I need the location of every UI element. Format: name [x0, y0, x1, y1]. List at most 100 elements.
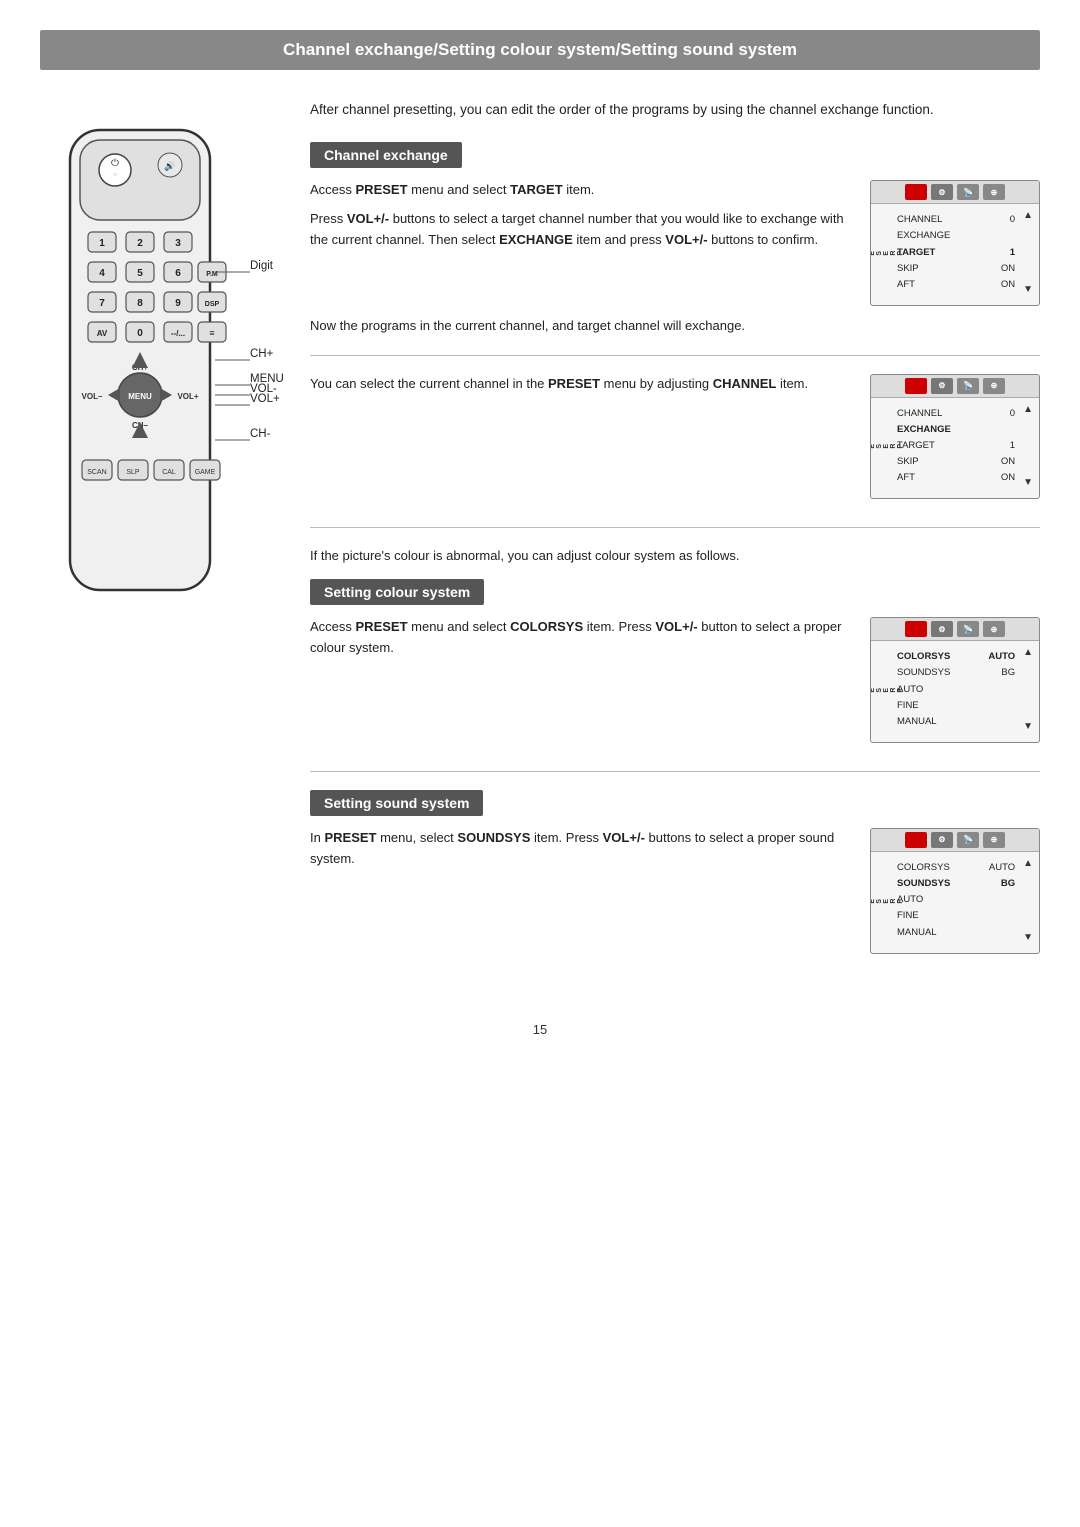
colour-intro: If the picture's colour is abnormal, you…: [310, 546, 1040, 567]
para-sound: In PRESET menu, select SOUNDSYS item. Pr…: [310, 828, 850, 870]
colour-text: Access PRESET menu and select COLORSYS i…: [310, 617, 850, 667]
svg-text:--/...: --/...: [171, 329, 185, 338]
icon-grey9: ⊕: [983, 621, 1005, 637]
svg-text:SLP: SLP: [126, 469, 140, 476]
icon-grey2: 📡: [957, 184, 979, 200]
icon-red: [905, 184, 927, 200]
svg-text:VOL+: VOL+: [177, 392, 198, 401]
diagram-body-3: PRESET COLORSYSAUTO SOUNDSYSBG: [871, 641, 1039, 742]
svg-text:⏻: ⏻: [111, 158, 119, 169]
diagram-colorsys: ⚙ 📡 ⊕ PRESET COLORSYSAUTO: [870, 617, 1040, 743]
header-title: Channel exchange/Setting colour system/S…: [283, 40, 797, 59]
remote-column: ⏻ ○ 🔊 1 2 3 4 5: [40, 100, 280, 613]
svg-text:○: ○: [113, 172, 117, 178]
svg-text:7: 7: [99, 298, 105, 309]
digit-label: Digit: [250, 260, 273, 272]
para-1: Access PRESET menu and select TARGET ite…: [310, 180, 850, 201]
icon-grey10: ⚙: [931, 832, 953, 848]
svg-text:DSP: DSP: [205, 301, 220, 308]
intro-text: After channel presetting, you can edit t…: [310, 100, 1040, 120]
icon-grey12: ⊕: [983, 832, 1005, 848]
preset-sidebar-4: PRESET: [875, 856, 891, 945]
icon-grey6: ⊕: [983, 378, 1005, 394]
diagram-top-bar-1: ⚙ 📡 ⊕: [871, 181, 1039, 204]
sound-system-row: In PRESET menu, select SOUNDSYS item. Pr…: [310, 828, 1040, 954]
icon-red-4: [905, 832, 927, 848]
ch-minus-label: CH-: [250, 428, 270, 440]
svg-text:2: 2: [137, 238, 143, 249]
colour-system-header: Setting colour system: [310, 579, 484, 605]
channel-exchange-row2: You can select the current channel in th…: [310, 374, 1040, 500]
icon-grey8: 📡: [957, 621, 979, 637]
nav-arrows-2: ▲ ▼: [1021, 402, 1035, 491]
svg-text:MENU: MENU: [128, 392, 152, 401]
icon-grey11: 📡: [957, 832, 979, 848]
menu-items-2: CHANNEL0 EXCHANGE TARGET1 SKIPON: [895, 402, 1017, 491]
menu-items-3: COLORSYSAUTO SOUNDSYSBG AUTO FINE: [895, 645, 1017, 734]
svg-text:4: 4: [99, 268, 105, 279]
menu-items-4: COLORSYSAUTO SOUNDSYSBG AUTO FINE: [895, 856, 1017, 945]
svg-text:CAL: CAL: [162, 469, 176, 476]
main-layout: ⏻ ○ 🔊 1 2 3 4 5: [40, 100, 1040, 982]
para-exchange: Now the programs in the current channel,…: [310, 316, 1040, 337]
nav-arrows-4: ▲ ▼: [1021, 856, 1035, 945]
channel-text-2: You can select the current channel in th…: [310, 374, 850, 403]
diagram-body-4: PRESET COLORSYSAUTO SOUNDSYSBG: [871, 852, 1039, 953]
icon-grey5: 📡: [957, 378, 979, 394]
nav-arrows-3: ▲ ▼: [1021, 645, 1035, 734]
icon-grey1: ⚙: [931, 184, 953, 200]
nav-arrows-1: ▲ ▼: [1021, 208, 1035, 297]
svg-text:AV: AV: [97, 329, 108, 338]
icon-red-3: [905, 621, 927, 637]
svg-text:9: 9: [175, 298, 181, 309]
remote-wrapper: ⏻ ○ 🔊 1 2 3 4 5: [40, 120, 320, 613]
diagram-exchange: ⚙ 📡 ⊕ PRESET CHANNEL0: [870, 374, 1040, 500]
preset-sidebar-2: PRESET: [875, 402, 891, 491]
diagram-body-1: PRESET CHANNEL0 EXCHANGE TARGET: [871, 204, 1039, 305]
svg-text:VOL–: VOL–: [82, 392, 103, 401]
colour-system-row: Access PRESET menu and select COLORSYS i…: [310, 617, 1040, 743]
svg-text:GAME: GAME: [195, 469, 216, 476]
channel-exchange-text: Access PRESET menu and select TARGET ite…: [310, 180, 850, 258]
svg-text:3: 3: [175, 238, 181, 249]
ch-plus-label: CH+: [250, 348, 273, 360]
divider-1: [310, 355, 1040, 356]
sound-system-section: Setting sound system In PRESET menu, sel…: [310, 790, 1040, 954]
icon-grey4: ⚙: [931, 378, 953, 394]
svg-text:🔊: 🔊: [164, 160, 175, 172]
page-number: 15: [40, 1022, 1040, 1037]
menu-items-1: CHANNEL0 EXCHANGE TARGET1 SKIPON: [895, 208, 1017, 297]
para-2: Press VOL+/- buttons to select a target …: [310, 209, 850, 251]
svg-text:1: 1: [99, 238, 105, 249]
svg-text:8: 8: [137, 298, 143, 309]
para-colour: Access PRESET menu and select COLORSYS i…: [310, 617, 850, 659]
icon-red-2: [905, 378, 927, 394]
diagram-target: ⚙ 📡 ⊕ PRESET CHANNEL0: [870, 180, 1040, 306]
preset-sidebar-3: PRESET: [875, 645, 891, 734]
svg-text:SCAN: SCAN: [87, 469, 106, 476]
diagram-body-2: PRESET CHANNEL0 EXCHANGE TARGET: [871, 398, 1039, 499]
icon-grey7: ⚙: [931, 621, 953, 637]
svg-text:0: 0: [137, 328, 143, 339]
diagram-soundsys: ⚙ 📡 ⊕ PRESET COLORSYSAUTO: [870, 828, 1040, 954]
svg-text:5: 5: [137, 268, 143, 279]
svg-text:6: 6: [175, 268, 181, 279]
channel-exchange-header: Channel exchange: [310, 142, 462, 168]
content-column: After channel presetting, you can edit t…: [310, 100, 1040, 982]
divider-3: [310, 771, 1040, 772]
page-header: Channel exchange/Setting colour system/S…: [40, 30, 1040, 70]
divider-2: [310, 527, 1040, 528]
diagram-top-bar-2: ⚙ 📡 ⊕: [871, 375, 1039, 398]
channel-exchange-row1: Access PRESET menu and select TARGET ite…: [310, 180, 1040, 306]
colour-system-section: If the picture's colour is abnormal, you…: [310, 546, 1040, 743]
remote-svg: ⏻ ○ 🔊 1 2 3 4 5: [40, 120, 240, 610]
diagram-top-bar-4: ⚙ 📡 ⊕: [871, 829, 1039, 852]
diagram-top-bar-3: ⚙ 📡 ⊕: [871, 618, 1039, 641]
sound-text: In PRESET menu, select SOUNDSYS item. Pr…: [310, 828, 850, 878]
channel-exchange-section: Channel exchange Access PRESET menu and …: [310, 142, 1040, 499]
svg-text:≡: ≡: [209, 328, 214, 338]
para-3: You can select the current channel in th…: [310, 374, 850, 395]
page: Channel exchange/Setting colour system/S…: [0, 0, 1080, 1527]
icon-grey3: ⊕: [983, 184, 1005, 200]
sound-system-header: Setting sound system: [310, 790, 483, 816]
